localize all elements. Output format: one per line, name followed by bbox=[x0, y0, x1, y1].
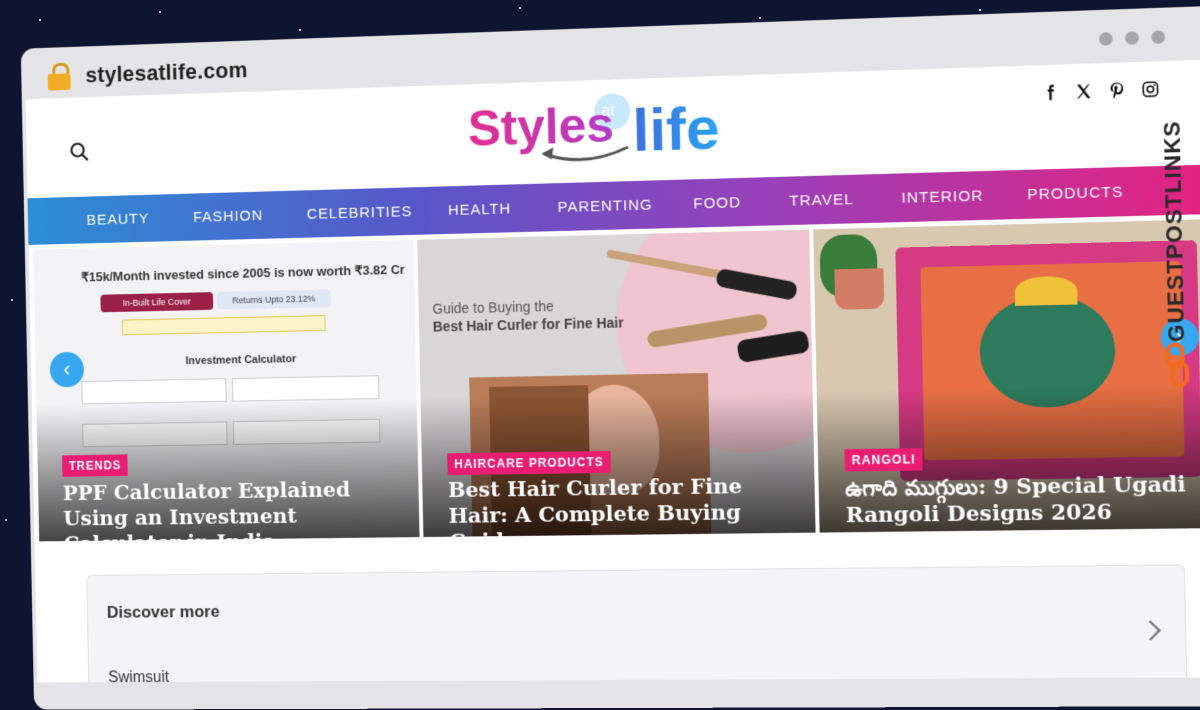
nav-item-beauty[interactable]: BEAUTY bbox=[86, 209, 193, 228]
category-badge[interactable]: TRENDS bbox=[62, 454, 129, 477]
logo-at: at bbox=[601, 102, 615, 120]
site-logo[interactable]: Styles at life bbox=[463, 79, 744, 178]
slide-card-hair-curler[interactable]: Guide to Buying the Best Hair Curler for… bbox=[417, 229, 816, 538]
image-heading-line2: Best Hair Curler for Fine Hair bbox=[432, 314, 624, 335]
url-text[interactable]: stylesatlife.com bbox=[85, 57, 248, 88]
nav-item-health[interactable]: HEALTH bbox=[448, 199, 558, 219]
pinterest-icon[interactable] bbox=[1107, 81, 1126, 100]
nav-item-products[interactable]: PRODUCTS bbox=[1027, 183, 1123, 203]
calc-tab-life-cover: In-Built Life Cover bbox=[100, 292, 214, 313]
nav-item-food[interactable]: FOOD bbox=[693, 192, 789, 212]
discover-heading: Discover more bbox=[106, 602, 220, 622]
category-badge[interactable]: HAIRCARE PRODUCTS bbox=[447, 450, 611, 476]
x-icon[interactable] bbox=[1074, 82, 1093, 101]
nav-item-travel[interactable]: TRAVEL bbox=[789, 189, 902, 209]
facebook-icon[interactable] bbox=[1041, 83, 1060, 102]
nav-item-fashion[interactable]: FASHION bbox=[193, 206, 307, 226]
search-icon[interactable] bbox=[68, 140, 91, 164]
chevron-right-icon[interactable] bbox=[1140, 620, 1161, 641]
social-links bbox=[1041, 80, 1161, 102]
watermark-text: GUESTPOSTLINKS bbox=[1158, 120, 1190, 343]
slide-card-rangoli[interactable]: RANGOLI ఉగాది ముగ్గులు: 9 Special Ugadi … bbox=[813, 219, 1200, 533]
discover-more-panel: Discover more Swimsuit bbox=[86, 564, 1188, 683]
lock-icon bbox=[47, 62, 72, 91]
slide-card-ppf[interactable]: ₹15k/Month invested since 2005 is now wo… bbox=[33, 239, 420, 542]
slide-title[interactable]: ఉగాది ముగ్గులు: 9 Special Ugadi Rangoli … bbox=[845, 471, 1197, 529]
category-badge[interactable]: RANGOLI bbox=[844, 448, 923, 472]
calc-section-title: Investment Calculator bbox=[185, 353, 297, 368]
browser-window: stylesatlife.com Styles at life BEAUTY F… bbox=[13, 0, 1200, 710]
web-page: Styles at life BEAUTY FASHION CELEBRITIE… bbox=[25, 59, 1200, 683]
slide-title[interactable]: PPF Calculator Explained Using an Invest… bbox=[63, 476, 401, 542]
window-dot-icon[interactable] bbox=[1151, 30, 1166, 45]
window-controls bbox=[1098, 30, 1166, 46]
nav-item-interior[interactable]: INTERIOR bbox=[901, 186, 1027, 207]
discover-item[interactable]: Swimsuit bbox=[108, 669, 169, 682]
calc-heading: ₹15k/Month invested since 2005 is now wo… bbox=[80, 261, 405, 285]
nav-item-celebrities[interactable]: CELEBRITIES bbox=[307, 202, 449, 223]
instagram-icon[interactable] bbox=[1141, 80, 1160, 99]
link-icon bbox=[1163, 342, 1191, 388]
logo-life: life bbox=[632, 94, 720, 164]
chevron-left-icon: ‹ bbox=[63, 356, 71, 382]
featured-slider: ₹15k/Month invested since 2005 is now wo… bbox=[29, 219, 1200, 542]
window-dot-icon[interactable] bbox=[1098, 32, 1113, 46]
nav-item-parenting[interactable]: PARENTING bbox=[557, 195, 693, 216]
slide-title[interactable]: Best Hair Curler for Fine Hair: A Comple… bbox=[448, 472, 796, 537]
logo-styles: Styles bbox=[467, 97, 614, 157]
image-heading-line1: Guide to Buying the bbox=[432, 298, 554, 317]
window-dot-icon[interactable] bbox=[1125, 31, 1139, 45]
calc-tab-returns: Returns Upto 23.12% bbox=[216, 289, 331, 310]
guestpostlinks-watermark: GUESTPOSTLINKS bbox=[1154, 120, 1196, 429]
